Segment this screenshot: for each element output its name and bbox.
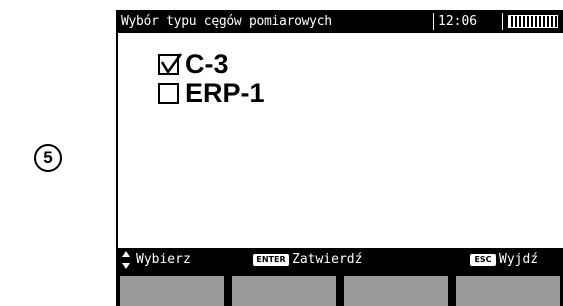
clock: 12:06	[438, 14, 478, 29]
screen-title: Wybór typu cęgów pomiarowych	[121, 14, 332, 29]
softkey-4[interactable]	[456, 276, 560, 306]
enter-key-icon: ENTER	[253, 254, 289, 266]
softkey-3[interactable]	[344, 276, 448, 306]
softkey-1[interactable]	[120, 276, 224, 306]
option-erp1[interactable]: ERP-1	[158, 79, 265, 107]
title-bar: Wybór typu cęgów pomiarowych 12:06	[118, 10, 563, 33]
select-hint: Wybierz	[136, 252, 191, 267]
battery-full-icon	[508, 15, 558, 28]
softkey-2[interactable]	[232, 276, 336, 306]
softkey-row	[118, 272, 563, 306]
checkmark-icon	[160, 52, 183, 74]
confirm-hint: Zatwierdź	[292, 252, 363, 267]
option-label: ERP-1	[185, 78, 265, 108]
step-number-marker: 5	[34, 144, 62, 172]
checkbox-unchecked-icon[interactable]	[158, 82, 179, 104]
title-separator	[433, 13, 434, 30]
up-down-arrows-icon	[122, 251, 130, 269]
status-bar: Wybierz ENTER Zatwierdź ESC Wyjdź	[118, 248, 563, 272]
esc-key-icon: ESC	[470, 254, 496, 266]
device-screen: Wybór typu cęgów pomiarowych 12:06 C-3 E…	[116, 10, 563, 306]
option-c3[interactable]: C-3	[158, 50, 229, 78]
option-label: C-3	[185, 49, 229, 79]
checkbox-checked-icon[interactable]	[158, 52, 183, 75]
title-separator	[502, 13, 503, 30]
exit-hint: Wyjdź	[499, 252, 539, 267]
